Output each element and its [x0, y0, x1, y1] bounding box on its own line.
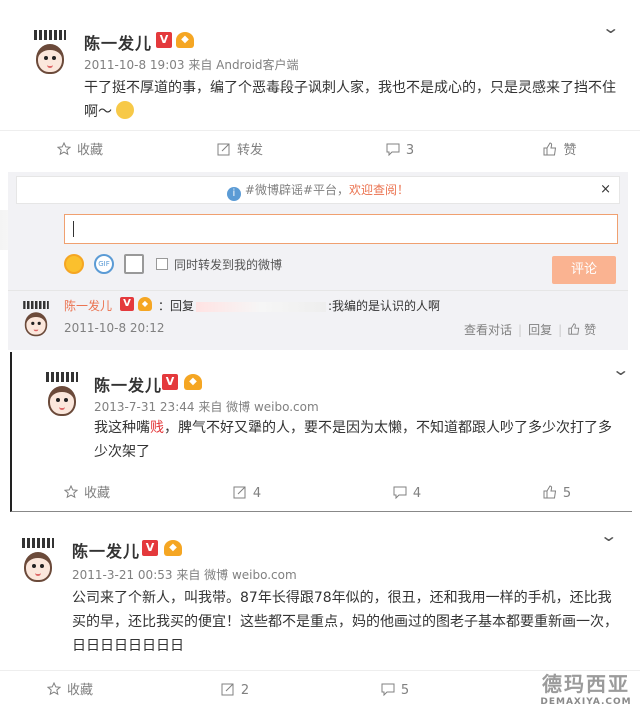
repost-button[interactable]: 4	[172, 474, 322, 514]
username[interactable]: 陈一发儿	[84, 30, 152, 54]
repost-icon	[217, 133, 231, 156]
repost-checkbox-label: 同时转发到我的微博	[174, 258, 283, 272]
post-actions: 收藏 转发 3 赞	[0, 130, 640, 170]
user-avatar[interactable]	[30, 30, 70, 82]
comment-item: 陈一发儿 V ◆ ：回复:我编的是认识的人啊 2011-10-8 20:12 查…	[8, 290, 628, 350]
site-watermark: 德玛西亚 DEMAXIYA.COM	[540, 672, 632, 707]
comment-button[interactable]: 3	[320, 131, 480, 171]
info-icon: i	[226, 187, 241, 201]
comment-button[interactable]: 4	[332, 474, 482, 514]
redacted-mention	[196, 301, 327, 312]
star-icon	[56, 133, 72, 156]
comment-input[interactable]	[64, 214, 618, 244]
star-icon	[46, 673, 62, 696]
close-icon[interactable]: ×	[600, 177, 611, 203]
member-level-icon: ◆	[176, 32, 194, 48]
chevron-down-icon[interactable]: ⌄	[599, 526, 618, 545]
star-icon	[63, 476, 79, 499]
reply-time: 2011-10-8 20:12	[64, 321, 165, 335]
view-conversation-link[interactable]: 查看对话	[464, 323, 512, 337]
thumbs-up-icon	[543, 476, 557, 499]
member-level-icon: ◆	[184, 374, 202, 390]
repost-icon	[233, 476, 247, 499]
repost-button[interactable]: 2	[160, 671, 310, 710]
favorite-button[interactable]: 收藏	[12, 474, 162, 514]
user-avatar[interactable]	[18, 538, 58, 590]
reply-username[interactable]: 陈一发儿	[64, 297, 112, 314]
comment-icon	[393, 476, 407, 500]
comment-icon	[381, 673, 395, 697]
thumbs-up-icon	[543, 133, 557, 156]
reply-avatar[interactable]	[20, 301, 49, 337]
thumbs-up-icon	[568, 323, 580, 335]
post-meta: 2011-10-8 19:03 来自 Android客户端	[84, 58, 299, 72]
gif-icon[interactable]: GIF	[94, 254, 114, 274]
like-button[interactable]: 赞	[480, 131, 640, 171]
post-text: 我这种嘴贱，脾气不好又犟的人，要不是因为太懒，不知道都跟人吵了多少次打了多少次架…	[94, 420, 612, 460]
reply-actions: 查看对话 | 回复 | 赞	[464, 323, 597, 337]
shy-emoji-icon	[116, 101, 134, 119]
verified-v-icon: V	[142, 540, 158, 556]
submit-comment-button[interactable]: 评论	[552, 256, 616, 284]
reply-link[interactable]: 回复	[528, 323, 552, 337]
repost-checkbox[interactable]	[156, 258, 168, 270]
verified-v-icon: V	[162, 374, 178, 390]
reply-like-link[interactable]: 赞	[584, 323, 596, 337]
chevron-down-icon[interactable]: ⌄	[601, 18, 620, 37]
weibo-post-2: 陈一发儿 V ◆ ⌄ 2013-7-31 23:44 来自 微博 weibo.c…	[10, 352, 632, 512]
post-text: 干了挺不厚道的事，编了个恶毒段子讽刺人家，我也不是成心的，只是灵感来了挡不住啊～	[84, 80, 616, 120]
emoji-icon[interactable]	[64, 254, 84, 274]
verified-v-icon: V	[156, 32, 172, 48]
repost-button[interactable]: 转发	[160, 131, 320, 171]
comment-icon	[386, 133, 400, 157]
comment-button[interactable]: 5	[320, 671, 470, 710]
notice-link[interactable]: 欢迎查阅！	[349, 183, 409, 197]
post-meta: 2011-3-21 00:53 来自 微博 weibo.com	[72, 568, 297, 582]
user-avatar[interactable]	[42, 372, 82, 424]
favorite-button[interactable]: 收藏	[0, 131, 160, 171]
username[interactable]: 陈一发儿	[72, 538, 140, 562]
like-button[interactable]: 5	[482, 474, 632, 514]
favorite-button[interactable]: 收藏	[0, 671, 140, 710]
post-actions: 收藏 4 4 5	[12, 474, 632, 514]
verified-v-icon: V	[120, 297, 134, 311]
repost-icon	[221, 673, 235, 696]
member-level-icon: ◆	[138, 297, 152, 311]
post-meta: 2013-7-31 23:44 来自 微博 weibo.com	[94, 400, 319, 414]
comment-panel: i #微博辟谣#平台，欢迎查阅！ × GIF 同时转发到我的微博 评论 陈一发儿 …	[8, 172, 628, 350]
username[interactable]: 陈一发儿	[94, 372, 162, 396]
reply-text: ：回复:我编的是认识的人啊	[158, 299, 441, 313]
weibo-post-1: 陈一发儿 V ◆ ⌄ 2011-10-8 19:03 来自 Android客户端…	[0, 0, 640, 350]
image-icon[interactable]	[124, 254, 144, 274]
chevron-down-icon[interactable]: ⌄	[611, 360, 630, 379]
rumor-notice: i #微博辟谣#平台，欢迎查阅！ ×	[16, 176, 620, 204]
post-text: 公司来了个新人，叫我带。87年长得跟78年似的，很丑，还和我用一样的手机，还比我…	[72, 590, 618, 654]
member-level-icon: ◆	[164, 540, 182, 556]
